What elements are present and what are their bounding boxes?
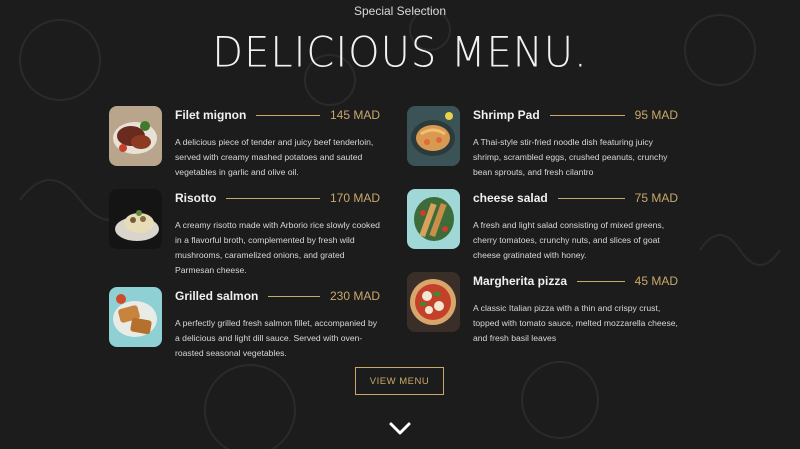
item-price: 145 MAD <box>329 108 380 122</box>
divider <box>549 114 625 116</box>
chevron-down-icon[interactable] <box>388 420 412 436</box>
item-name: Grilled salmon <box>175 289 259 303</box>
item-description: A fresh and light salad consisting of mi… <box>473 220 665 260</box>
item-name: Filet mignon <box>175 108 247 122</box>
item-price: 230 MAD <box>329 289 380 303</box>
item-name: Risotto <box>175 191 217 205</box>
item-name: cheese salad <box>473 191 548 205</box>
divider <box>226 197 320 199</box>
item-price: 75 MAD <box>634 191 678 205</box>
view-menu-button[interactable]: VIEW MENU <box>355 367 444 395</box>
item-price: 95 MAD <box>634 108 678 122</box>
item-description: A creamy risotto made with Arborio rice … <box>175 220 380 275</box>
filet-mignon-image <box>109 106 162 166</box>
item-price: 45 MAD <box>634 274 678 288</box>
item-name: Margherita pizza <box>473 274 568 288</box>
divider <box>268 295 320 297</box>
margherita-pizza-image <box>407 272 460 332</box>
item-description: A classic Italian pizza with a thin and … <box>473 303 678 343</box>
section-eyebrow: Special Selection <box>353 4 447 18</box>
divider <box>577 280 625 282</box>
item-name: Shrimp Pad <box>473 108 540 122</box>
cheese-salad-image <box>407 189 460 249</box>
divider <box>256 114 320 116</box>
shrimp-pad-image <box>407 106 460 166</box>
item-price: 170 MAD <box>329 191 380 205</box>
item-description: A Thai-style stir-fried noodle dish feat… <box>473 137 668 177</box>
grilled-salmon-image <box>109 287 162 347</box>
page-title: DELICIOUS MENU. <box>212 28 588 78</box>
item-description: A perfectly grilled fresh salmon fillet,… <box>175 318 378 358</box>
divider <box>557 197 625 199</box>
risotto-image <box>109 189 162 249</box>
item-description: A delicious piece of tender and juicy be… <box>175 137 374 177</box>
